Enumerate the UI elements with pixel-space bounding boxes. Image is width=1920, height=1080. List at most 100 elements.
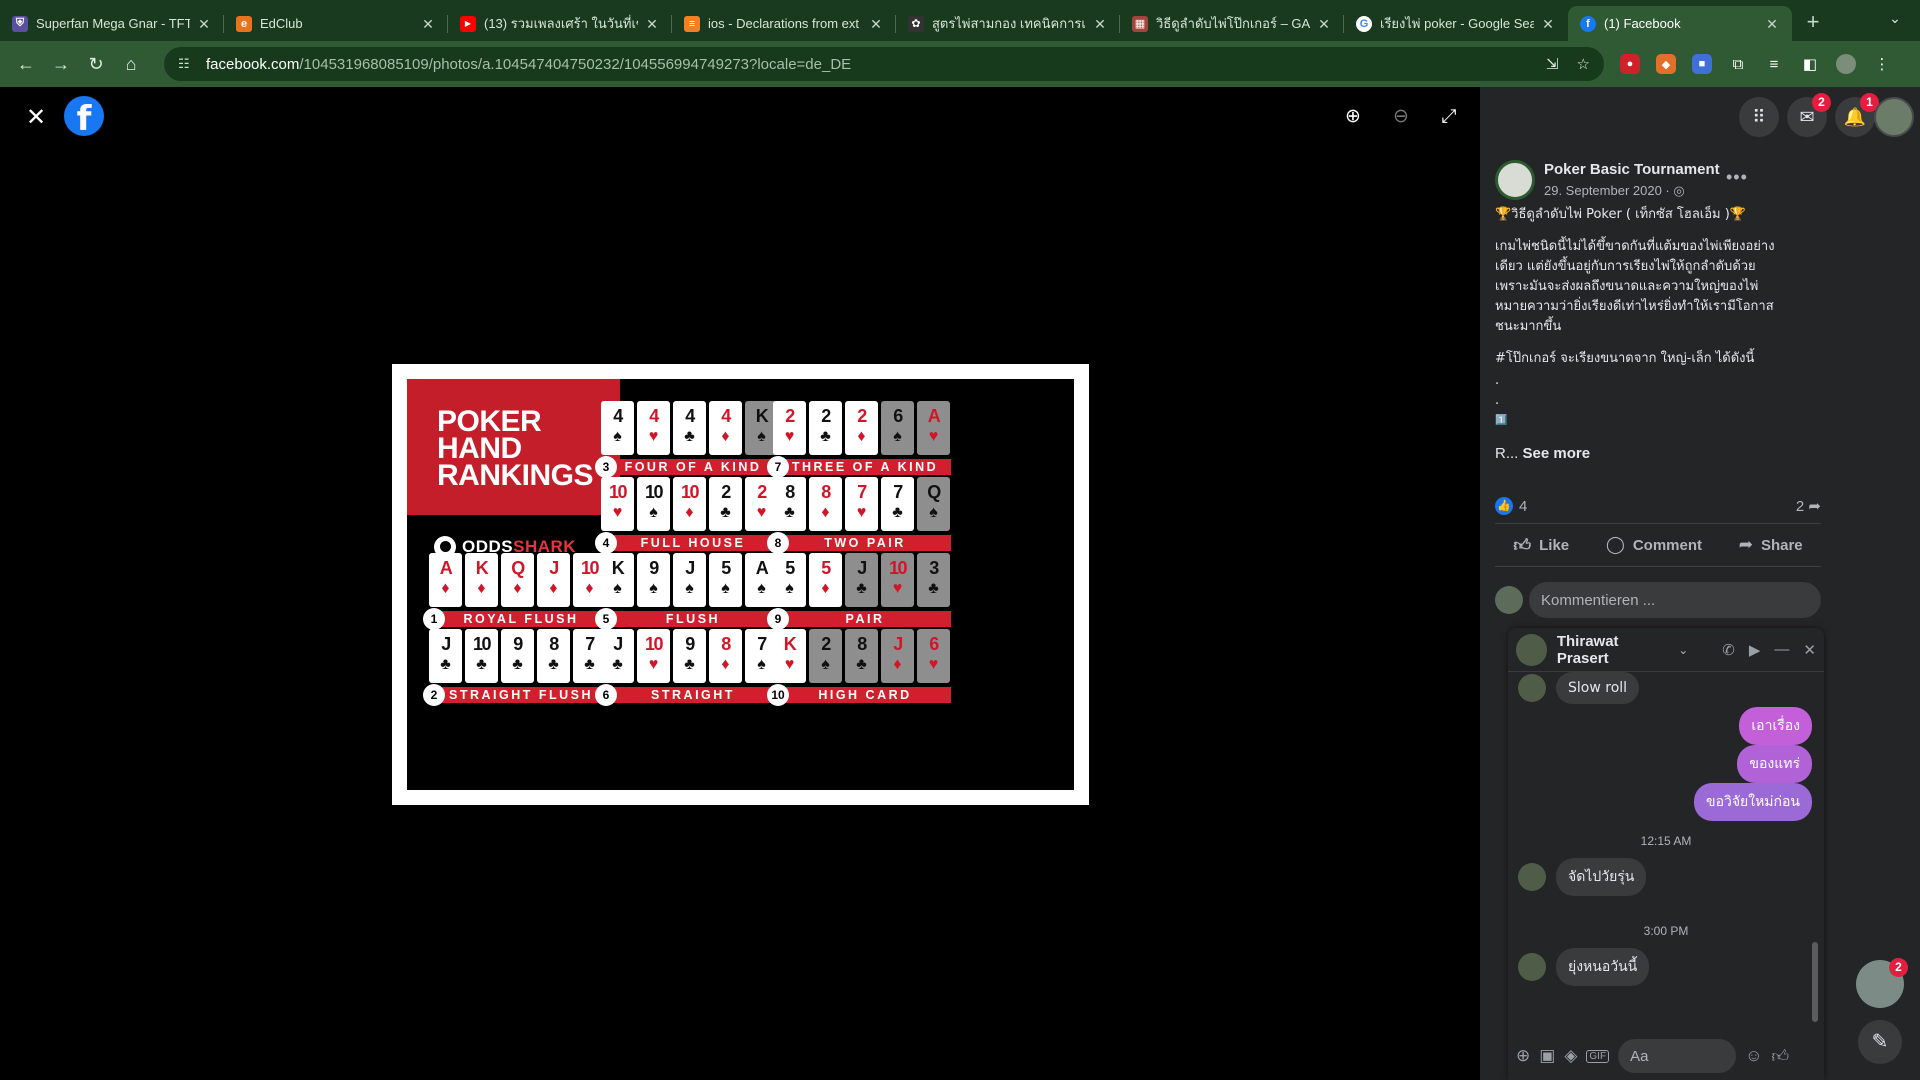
reload-icon[interactable]: ↻ xyxy=(80,48,112,80)
hand-royal-flush: A ♦ K ♦ Q ♦ J ♦ 10 ♦ 1 ROYAL FLUSH xyxy=(423,553,607,633)
comment-button[interactable]: ◯ Comment xyxy=(1606,535,1702,555)
account-avatar[interactable] xyxy=(1874,97,1914,137)
post-date[interactable]: 29. September 2020 · ◎ xyxy=(1544,183,1685,199)
playing-card: 8 ♣ xyxy=(773,477,806,531)
close-icon[interactable]: ✕ xyxy=(22,104,50,132)
card-row: 8 ♣ 8 ♦ 7 ♥ 7 ♣ Q ♠ xyxy=(771,477,951,531)
back-arrow-icon[interactable]: ← xyxy=(10,48,42,80)
install-app-icon[interactable]: ⇲ xyxy=(1546,55,1559,73)
chrome-menu-icon[interactable]: ⋮ xyxy=(1872,54,1892,74)
zoom-out-icon[interactable]: ⊖ xyxy=(1388,104,1414,130)
tab-superfan-mega-gnar[interactable]: ⛨ Superfan Mega Gnar - TFT ✕ xyxy=(0,6,224,41)
side-panel-icon[interactable]: ◧ xyxy=(1800,54,1820,74)
new-tab-icon[interactable]: + xyxy=(1798,8,1828,38)
tab-close-icon[interactable]: ✕ xyxy=(868,16,884,32)
share-count[interactable]: 2 ➦ xyxy=(1796,497,1821,515)
tab-search-chevron-icon[interactable]: ⌄ xyxy=(1884,10,1906,32)
message-bubble[interactable]: ยุ่งหนอวันนี้ xyxy=(1556,948,1650,986)
like-button[interactable]: 👍︎ Like xyxy=(1513,535,1569,556)
post-author[interactable]: Poker Basic Tournament xyxy=(1544,161,1720,178)
like-count[interactable]: 4 xyxy=(1519,498,1527,515)
facebook-logo-icon[interactable]: f xyxy=(64,96,104,139)
fullscreen-icon[interactable]: ⤢ xyxy=(1436,104,1462,130)
forward-arrow-icon[interactable]: → xyxy=(45,48,77,80)
poster-title-line: HAND xyxy=(437,432,522,465)
card-suit-icon: ♥ xyxy=(928,428,939,445)
card-suit-icon: ♦ xyxy=(549,580,558,597)
tab-close-icon[interactable]: ✕ xyxy=(1764,16,1780,32)
thumbs-up-send-icon[interactable]: 👍︎ xyxy=(1771,1046,1789,1067)
chat-head-avatar[interactable]: 2 xyxy=(1856,958,1908,1008)
playing-card: 2 ♦ xyxy=(845,401,878,455)
tab-facebook[interactable]: f (1) Facebook ✕ xyxy=(1568,6,1792,41)
messenger-button[interactable]: ✉ 2 xyxy=(1787,93,1831,137)
zoom-in-icon[interactable]: ⊕ xyxy=(1340,104,1366,130)
comment-input[interactable] xyxy=(1529,582,1821,618)
tab-stackoverflow[interactable]: ≡ ios - Declarations from ext ✕ xyxy=(672,6,896,41)
card-suit-icon: ♥ xyxy=(648,656,659,673)
message-bubble[interactable]: Slow roll xyxy=(1556,672,1640,704)
extension-fox-icon[interactable]: ◆ xyxy=(1656,54,1676,74)
new-message-icon[interactable]: ✎ xyxy=(1858,1020,1902,1064)
hand-label: 6 STRAIGHT xyxy=(595,684,779,706)
playing-card: 10 ♠ xyxy=(637,477,670,531)
hand-rank-number: 4 xyxy=(595,532,617,554)
chat-scrollbar[interactable] xyxy=(1812,942,1818,1022)
share-button[interactable]: ➦ Share xyxy=(1739,535,1803,555)
message-bubble[interactable]: จัดไปวัยรุ่น xyxy=(1556,858,1647,896)
photo-icon[interactable]: ▣ xyxy=(1539,1046,1555,1066)
emoji-icon[interactable]: ☺ xyxy=(1745,1046,1762,1066)
tab-close-icon[interactable]: ✕ xyxy=(1540,16,1556,32)
close-chat-icon[interactable]: ✕ xyxy=(1803,641,1816,659)
card-rank: 7 xyxy=(893,482,903,502)
video-call-icon[interactable]: ▶ xyxy=(1749,641,1761,659)
see-more-link[interactable]: See more xyxy=(1523,445,1591,462)
extension-red-icon[interactable]: ● xyxy=(1620,54,1640,74)
outgoing-message[interactable]: ขอวิจัยใหม่ก่อน xyxy=(1694,783,1812,821)
site-settings-icon[interactable]: ☷ xyxy=(178,56,194,72)
page-avatar[interactable] xyxy=(1495,160,1535,200)
chat-message-input[interactable] xyxy=(1618,1039,1737,1073)
playing-card: 10 ♦ xyxy=(673,477,706,531)
phone-call-icon[interactable]: ✆ xyxy=(1722,641,1735,659)
like-reaction-icon[interactable]: 👍 xyxy=(1495,497,1513,515)
tab-close-icon[interactable]: ✕ xyxy=(1092,16,1108,32)
playing-card: A ♦ xyxy=(429,553,462,607)
tab-poker-site[interactable]: ✿ สูตรไพ่สามกอง เทคนิคการเล่น ✕ xyxy=(896,6,1120,41)
card-suit-icon: ♦ xyxy=(821,580,830,597)
minimize-icon[interactable]: — xyxy=(1774,641,1789,658)
outgoing-message[interactable]: ของแทร่ xyxy=(1737,745,1812,783)
profile-avatar-icon[interactable] xyxy=(1836,54,1856,74)
tab-close-icon[interactable]: ✕ xyxy=(644,16,660,32)
tab-game-site[interactable]: ▦ วิธีดูลำดับไพ่โป๊กเกอร์ – GAME ✕ xyxy=(1120,6,1344,41)
gif-icon[interactable]: GIF xyxy=(1586,1049,1610,1063)
tab-close-icon[interactable]: ✕ xyxy=(196,16,212,32)
tab-youtube[interactable]: ▶ (13) รวมเพลงเศร้า ในวันที่เขาไ ✕ xyxy=(448,6,672,41)
add-plus-icon[interactable]: ⊕ xyxy=(1516,1046,1530,1066)
photo-viewer: ✕ f ⊕ ⊖ ⤢ POKER HAND RANKINGS ODDS SHARK … xyxy=(0,87,1480,1080)
card-rank: 7 xyxy=(757,634,767,654)
card-suit-icon: ♥ xyxy=(856,504,867,521)
chevron-down-icon[interactable]: ⌄ xyxy=(1678,643,1688,657)
extensions-puzzle-icon[interactable]: ⧉ xyxy=(1728,54,1748,74)
home-icon[interactable]: ⌂ xyxy=(115,48,147,80)
media-queue-icon[interactable]: ≡ xyxy=(1764,54,1784,74)
card-suit-icon: ♦ xyxy=(721,656,730,673)
tab-close-icon[interactable]: ✕ xyxy=(1316,16,1332,32)
more-options-icon[interactable]: ••• xyxy=(1726,167,1748,188)
notifications-button[interactable]: 🔔 1 xyxy=(1835,93,1879,137)
tab-close-icon[interactable]: ✕ xyxy=(420,16,436,32)
extension-color-icon[interactable]: ■ xyxy=(1692,54,1712,74)
outgoing-message[interactable]: เอาเรื่อง xyxy=(1739,707,1812,745)
card-rank: 9 xyxy=(513,634,523,654)
card-rank: J xyxy=(549,558,559,578)
tab-google-search[interactable]: G เรียงไพ่ poker - Google Search ✕ xyxy=(1344,6,1568,41)
menu-grid-icon[interactable]: ⠿ xyxy=(1739,97,1779,137)
chat-contact-avatar[interactable] xyxy=(1516,633,1547,666)
address-bar[interactable]: ☷ facebook.com/104531968085109/photos/a.… xyxy=(164,47,1604,81)
sticker-icon[interactable]: ◈ xyxy=(1564,1046,1577,1066)
tab-edclub[interactable]: e EdClub ✕ xyxy=(224,6,448,41)
chat-contact-name[interactable]: Thirawat Prasert xyxy=(1557,633,1670,667)
bookmark-star-icon[interactable]: ☆ xyxy=(1577,55,1590,73)
card-rank: 9 xyxy=(649,558,659,578)
